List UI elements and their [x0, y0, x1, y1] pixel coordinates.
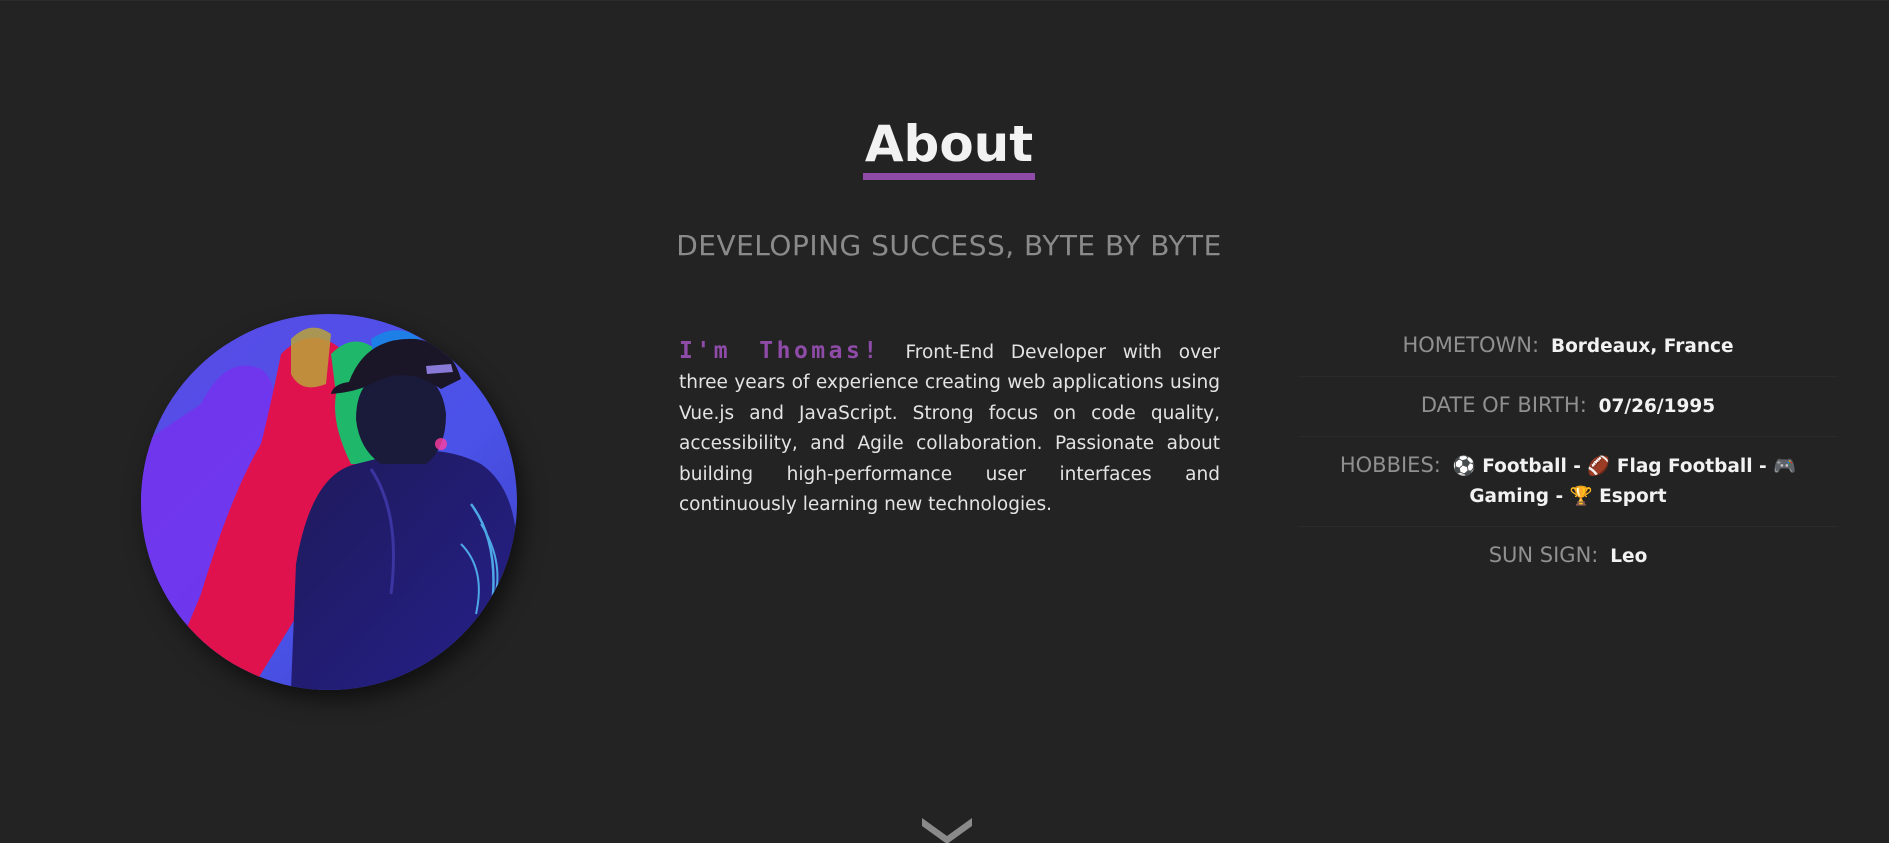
- about-section: About DEVELOPING SUCCESS, BYTE BY BYTE I…: [0, 0, 1889, 843]
- fact-label: DATE OF BIRTH:: [1420, 393, 1587, 417]
- section-subtitle: DEVELOPING SUCCESS, BYTE BY BYTE: [676, 229, 1222, 262]
- fact-hometown: HOMETOWN: Bordeaux, France: [1298, 317, 1838, 377]
- fact-label: HOBBIES:: [1339, 453, 1441, 477]
- bio-greeting: I'm Thomas!: [679, 337, 881, 364]
- section-title-text: About: [862, 119, 1036, 180]
- personal-facts-list: HOMETOWN: Bordeaux, France DATE OF BIRTH…: [1298, 317, 1838, 586]
- fact-value: Bordeaux, France: [1550, 336, 1734, 357]
- fact-value: 07/26/1995: [1598, 396, 1716, 417]
- fact-hobbies: HOBBIES: ⚽ Football - 🏈 Flag Football - …: [1298, 437, 1838, 527]
- section-title: About: [0, 119, 1889, 180]
- fact-label: HOMETOWN:: [1402, 333, 1540, 357]
- fact-sun-sign: SUN SIGN: Leo: [1298, 527, 1838, 586]
- fact-value: Leo: [1610, 546, 1648, 567]
- profile-photo: [141, 314, 517, 690]
- bio-paragraph: I'm Thomas! Front-End Developer with ove…: [679, 336, 1220, 521]
- fact-label: SUN SIGN:: [1488, 543, 1599, 567]
- fact-value: ⚽ Football - 🏈 Flag Football - 🎮 Gaming …: [1452, 456, 1797, 507]
- bio-text: Front-End Developer with over three year…: [679, 341, 1221, 516]
- chevron-down-icon[interactable]: [920, 814, 974, 843]
- fact-date-of-birth: DATE OF BIRTH: 07/26/1995: [1298, 377, 1838, 437]
